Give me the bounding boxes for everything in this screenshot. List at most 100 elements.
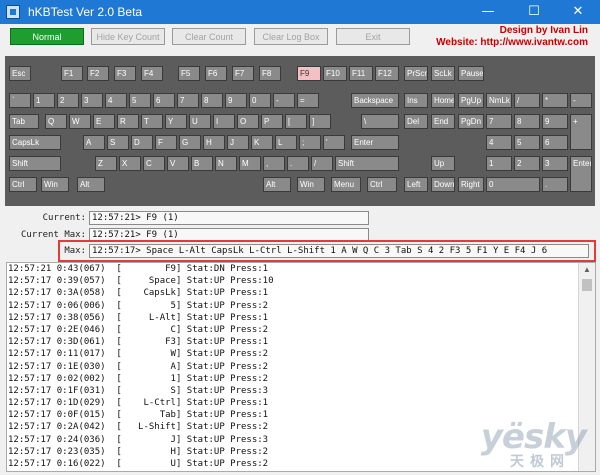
key-right-ctrl: Ctrl bbox=[367, 177, 397, 192]
key-ins: Ins bbox=[404, 93, 428, 108]
key-1: 1 bbox=[33, 93, 55, 108]
key-period: . bbox=[287, 156, 309, 171]
key-f2: F2 bbox=[87, 66, 109, 81]
current-label: Current: bbox=[42, 213, 86, 223]
key-f8: F8 bbox=[259, 66, 281, 81]
key-end: End bbox=[431, 114, 455, 129]
key-p: P bbox=[261, 114, 283, 129]
scroll-thumb[interactable] bbox=[582, 279, 592, 291]
key-menu: Menu bbox=[331, 177, 361, 192]
key-slash: / bbox=[311, 156, 333, 171]
clear-count-button[interactable]: Clear Count bbox=[172, 28, 246, 45]
key-num-1: 1 bbox=[486, 156, 512, 171]
key-num-plus: + bbox=[570, 114, 592, 150]
key-9: 9 bbox=[225, 93, 247, 108]
key-numlock: NmLk bbox=[486, 93, 512, 108]
key-v: V bbox=[167, 156, 189, 171]
key-w: W bbox=[69, 114, 91, 129]
key-right-shift: Shift bbox=[335, 156, 399, 171]
key-up: Up bbox=[431, 156, 455, 171]
key-7: 7 bbox=[177, 93, 199, 108]
key-c: C bbox=[143, 156, 165, 171]
log-line: 12:57:17 0:1D(029) [ L-Ctrl] Stat:UP Pre… bbox=[8, 398, 269, 409]
key-semicolon: ; bbox=[299, 135, 321, 150]
current-value: 12:57:21> F9 (1) bbox=[89, 211, 369, 225]
key-esc: Esc bbox=[9, 66, 31, 81]
key-f10: F10 bbox=[323, 66, 347, 81]
app-icon bbox=[6, 5, 20, 19]
key-sclk: ScLk bbox=[431, 66, 455, 81]
key-right-alt: Alt bbox=[263, 177, 291, 192]
key-prscr: PrScr bbox=[404, 66, 428, 81]
current-max-label: Current Max: bbox=[20, 230, 86, 240]
exit-button[interactable]: Exit bbox=[336, 28, 410, 45]
minimize-button[interactable]: — bbox=[466, 0, 510, 24]
key-3: 3 bbox=[81, 93, 103, 108]
key-equals: = bbox=[297, 93, 319, 108]
normal-button[interactable]: Normal bbox=[10, 28, 84, 45]
key-i: I bbox=[213, 114, 235, 129]
key-backtick: ` bbox=[9, 93, 31, 108]
title-bar[interactable]: hKBTest Ver 2.0 Beta — ☐ ✕ bbox=[0, 0, 600, 24]
key-quote: ' bbox=[323, 135, 345, 150]
key-comma: , bbox=[263, 156, 285, 171]
key-left-alt: Alt bbox=[77, 177, 105, 192]
close-button[interactable]: ✕ bbox=[556, 0, 600, 24]
key-f6: F6 bbox=[205, 66, 227, 81]
log-line: 12:57:17 0:16(022) [ U] Stat:UP Press:2 bbox=[8, 459, 269, 469]
key-f: F bbox=[155, 135, 177, 150]
log-line: 12:57:17 0:1F(031) [ S] Stat:UP Press:3 bbox=[8, 385, 269, 396]
key-f7: F7 bbox=[232, 66, 254, 81]
key-num-decimal: . bbox=[542, 177, 568, 192]
key-x: X bbox=[119, 156, 141, 171]
key-t: T bbox=[141, 114, 163, 129]
key-num-9: 9 bbox=[542, 114, 568, 129]
key-home: Home bbox=[431, 93, 455, 108]
key-f12: F12 bbox=[375, 66, 399, 81]
app-window: hKBTest Ver 2.0 Beta — ☐ ✕ Normal Hide K… bbox=[0, 0, 600, 475]
log-line: 12:57:21 0:43(067) [ F9] Stat:DN Press:1 bbox=[8, 264, 269, 274]
key-pgdn: PgDn bbox=[458, 114, 484, 129]
key-left-shift: Shift bbox=[9, 156, 61, 171]
hide-key-count-button[interactable]: Hide Key Count bbox=[91, 28, 165, 45]
key-num-divide: / bbox=[514, 93, 540, 108]
key-right-bracket: ] bbox=[309, 114, 331, 129]
key-num-4: 4 bbox=[486, 135, 512, 150]
website-credit: Website: http://www.ivantw.com bbox=[436, 37, 588, 48]
key-y: Y bbox=[165, 114, 187, 129]
key-b: B bbox=[191, 156, 213, 171]
log-line: 12:57:17 0:11(017) [ W] Stat:UP Press:2 bbox=[8, 349, 269, 360]
key-0: 0 bbox=[249, 93, 271, 108]
key-num-minus: - bbox=[570, 93, 592, 108]
key-tab: Tab bbox=[9, 114, 39, 129]
log-line: 12:57:17 0:02(002) [ 1] Stat:UP Press:2 bbox=[8, 373, 269, 384]
key-2: 2 bbox=[57, 93, 79, 108]
scroll-up-arrow-icon[interactable]: ▲ bbox=[579, 263, 595, 277]
key-num-2: 2 bbox=[514, 156, 540, 171]
key-left-ctrl: Ctrl bbox=[9, 177, 37, 192]
key-5: 5 bbox=[129, 93, 151, 108]
key-d: D bbox=[131, 135, 153, 150]
log-line: 12:57:17 0:3A(058) [ CapsLk] Stat:UP Pre… bbox=[8, 288, 269, 299]
key-k: K bbox=[251, 135, 273, 150]
key-g: G bbox=[179, 135, 201, 150]
clear-log-box-button[interactable]: Clear Log Box bbox=[254, 28, 328, 45]
key-minus: - bbox=[273, 93, 295, 108]
key-f3: F3 bbox=[114, 66, 136, 81]
log-line: 12:57:17 0:38(056) [ L-Alt] Stat:UP Pres… bbox=[8, 312, 269, 323]
log-line: 12:57:17 0:2E(046) [ C] Stat:UP Press:2 bbox=[8, 324, 269, 335]
key-8: 8 bbox=[201, 93, 223, 108]
key-u: U bbox=[189, 114, 211, 129]
highlight-box bbox=[58, 240, 596, 262]
key-del: Del bbox=[404, 114, 428, 129]
key-s: S bbox=[107, 135, 129, 150]
design-credit: Design by Ivan Lin bbox=[499, 25, 588, 36]
key-pgup: PgUp bbox=[458, 93, 484, 108]
maximize-button[interactable]: ☐ bbox=[512, 0, 556, 24]
key-f5: F5 bbox=[178, 66, 200, 81]
key-num-8: 8 bbox=[514, 114, 540, 129]
key-4: 4 bbox=[105, 93, 127, 108]
key-right-win: Win bbox=[297, 177, 325, 192]
key-l: L bbox=[275, 135, 297, 150]
key-r: R bbox=[117, 114, 139, 129]
